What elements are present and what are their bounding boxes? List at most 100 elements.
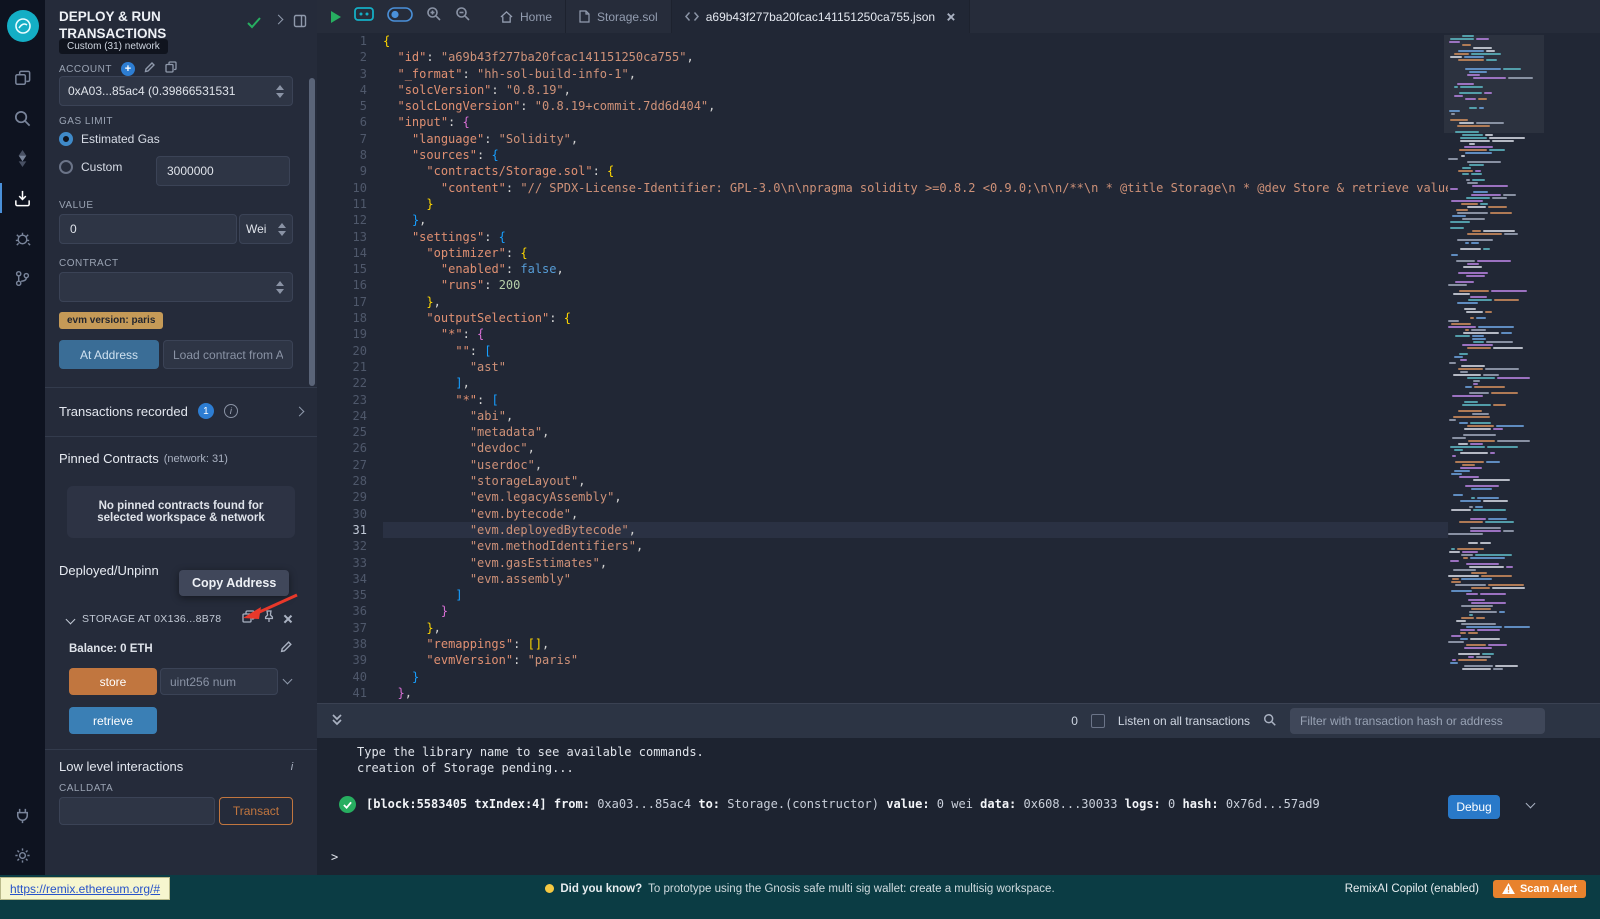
code-line[interactable]: "abi",: [383, 408, 1448, 424]
code-editor[interactable]: 1234567891011121314151617181920212223242…: [317, 33, 1600, 703]
code-line[interactable]: "remappings": [],: [383, 636, 1448, 652]
code-line[interactable]: "id": "a69b43f277ba20fcac141151250ca755"…: [383, 49, 1448, 65]
tab-home[interactable]: Home: [487, 0, 566, 33]
terminal-expand-icon[interactable]: [331, 713, 343, 730]
code-line[interactable]: },: [383, 685, 1448, 701]
debug-button[interactable]: Debug: [1448, 795, 1500, 819]
minimap-line: [1448, 443, 1540, 445]
terminal-filter-input[interactable]: [1290, 708, 1545, 734]
terminal-body[interactable]: Type the library name to see available c…: [317, 738, 1600, 875]
close-tab-icon[interactable]: [947, 12, 956, 21]
account-select[interactable]: 0xA03...85ac4 (0.39866531531: [59, 76, 293, 106]
code-line[interactable]: "*": [: [383, 392, 1448, 408]
code-line[interactable]: "*": {: [383, 326, 1448, 342]
code-line[interactable]: "settings": {: [383, 229, 1448, 245]
terminal-search-icon[interactable]: [1263, 713, 1277, 730]
listen-all-checkbox[interactable]: [1091, 714, 1105, 728]
custom-gas-radio[interactable]: [59, 160, 73, 174]
code-line[interactable]: "evm.bytecode",: [383, 506, 1448, 522]
code-line[interactable]: "metadata",: [383, 424, 1448, 440]
code-line[interactable]: "optimizer": {: [383, 245, 1448, 261]
edit-balance-icon[interactable]: [280, 640, 293, 658]
code-line[interactable]: "input": {: [383, 114, 1448, 130]
code-line[interactable]: "_format": "hh-sol-build-info-1",: [383, 66, 1448, 82]
calldata-input[interactable]: [59, 797, 215, 825]
code-line[interactable]: ],: [383, 375, 1448, 391]
at-address-button[interactable]: At Address: [59, 340, 159, 369]
code-line[interactable]: "": [: [383, 343, 1448, 359]
remix-logo-icon[interactable]: [7, 10, 39, 42]
retrieve-button[interactable]: retrieve: [69, 707, 157, 734]
terminal-tx-row[interactable]: [block:5583405 txIndex:4] from: 0xa03...…: [339, 796, 1440, 813]
store-arg-input[interactable]: [160, 668, 278, 695]
scam-alert-badge[interactable]: Scam Alert: [1493, 880, 1586, 898]
tab-json-file[interactable]: a69b43f277ba20fcac141151250ca755.json: [672, 0, 970, 33]
panel-expand-icon[interactable]: [274, 15, 284, 25]
pin-panel-icon[interactable]: [293, 14, 307, 33]
store-button[interactable]: store: [69, 668, 157, 695]
solidity-compiler-icon[interactable]: [0, 138, 45, 178]
code-line[interactable]: "devdoc",: [383, 440, 1448, 456]
search-icon[interactable]: [0, 98, 45, 138]
code-line[interactable]: "outputSelection": {: [383, 310, 1448, 326]
value-unit-stepper[interactable]: [278, 223, 286, 236]
code-line[interactable]: "solcVersion": "0.8.19",: [383, 82, 1448, 98]
code-line[interactable]: "storageLayout",: [383, 473, 1448, 489]
code-line[interactable]: },: [383, 212, 1448, 228]
code-line[interactable]: },: [383, 620, 1448, 636]
at-address-input[interactable]: [163, 340, 293, 369]
create-account-icon[interactable]: +: [121, 62, 135, 76]
code-line[interactable]: "evm.methodIdentifiers",: [383, 538, 1448, 554]
minimap[interactable]: [1448, 35, 1540, 703]
panel-scrollbar[interactable]: [309, 78, 315, 386]
debugger-icon[interactable]: [0, 218, 45, 258]
estimated-gas-radio[interactable]: [59, 132, 73, 146]
code-line[interactable]: "evm.assembly": [383, 571, 1448, 587]
contract-select[interactable]: [59, 272, 293, 302]
run-script-icon[interactable]: [331, 11, 341, 23]
code-line[interactable]: "contracts/Storage.sol": {: [383, 163, 1448, 179]
zoom-in-icon[interactable]: [426, 6, 442, 27]
copilot-status[interactable]: RemixAI Copilot (enabled): [1345, 883, 1479, 895]
code-line[interactable]: }: [383, 603, 1448, 619]
custom-gas-input[interactable]: [156, 156, 290, 186]
store-expand-icon[interactable]: [283, 675, 293, 685]
code-line[interactable]: }: [383, 196, 1448, 212]
code-line[interactable]: ]: [383, 587, 1448, 603]
code-line[interactable]: "evmVersion": "paris": [383, 652, 1448, 668]
code-line[interactable]: "userdoc",: [383, 457, 1448, 473]
code-line[interactable]: "solcLongVersion": "0.8.19+commit.7dd6d4…: [383, 98, 1448, 114]
value-input[interactable]: [59, 214, 237, 244]
code-line[interactable]: "evm.gasEstimates",: [383, 555, 1448, 571]
code-line[interactable]: "runs": 200: [383, 277, 1448, 293]
code-line[interactable]: {: [383, 33, 1448, 49]
gas-limit-label: GAS LIMIT: [59, 116, 113, 127]
code-line[interactable]: "language": "Solidity",: [383, 131, 1448, 147]
git-icon[interactable]: [0, 258, 45, 298]
code-line[interactable]: "content": "// SPDX-License-Identifier: …: [383, 180, 1448, 196]
code-line[interactable]: "sources": {: [383, 147, 1448, 163]
code-line[interactable]: "enabled": false,: [383, 261, 1448, 277]
contract-stepper[interactable]: [276, 281, 284, 294]
tab-storage-sol[interactable]: Storage.sol: [566, 0, 672, 33]
plugin-manager-icon[interactable]: [0, 795, 45, 835]
contract-collapse-icon[interactable]: [66, 614, 76, 624]
value-unit-select[interactable]: Wei: [239, 214, 293, 244]
terminal-prompt[interactable]: >: [331, 850, 338, 864]
code-line[interactable]: "evm.deployedBytecode",: [383, 522, 1448, 538]
code-lines[interactable]: { "id": "a69b43f277ba20fcac141151250ca75…: [383, 33, 1448, 703]
code-line[interactable]: }: [383, 669, 1448, 685]
zoom-out-icon[interactable]: [455, 6, 471, 27]
workspace-icon[interactable]: [0, 58, 45, 98]
deploy-run-icon[interactable]: [0, 178, 45, 218]
remix-ai-icon[interactable]: [354, 6, 374, 27]
account-stepper[interactable]: [276, 85, 284, 98]
code-line[interactable]: "evm.legacyAssembly",: [383, 489, 1448, 505]
code-line[interactable]: },: [383, 294, 1448, 310]
transact-button[interactable]: Transact: [219, 797, 293, 825]
tx-expand-icon[interactable]: [1526, 799, 1536, 809]
code-line[interactable]: "ast": [383, 359, 1448, 375]
settings-gear-icon[interactable]: [0, 835, 45, 875]
transactions-expand-icon[interactable]: [295, 406, 305, 416]
copilot-toggle[interactable]: [387, 7, 413, 27]
